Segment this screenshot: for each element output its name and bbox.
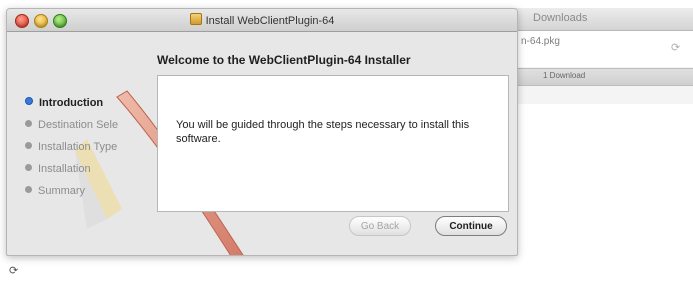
package-icon (189, 13, 202, 25)
step-bullet-icon (25, 120, 32, 127)
step-summary: Summary (25, 185, 165, 207)
installer-titlebar: Install WebClientPlugin-64 (7, 9, 517, 32)
step-bullet-icon (25, 164, 32, 171)
installer-steps: Introduction Destination Sele Installati… (25, 97, 165, 207)
installer-window-title-text: Install WebClientPlugin-64 (205, 15, 335, 27)
step-installation: Installation (25, 163, 165, 185)
downloads-count: 1 Download (543, 71, 586, 80)
step-label: Installation (38, 163, 91, 175)
step-destination-select: Destination Sele (25, 119, 165, 141)
refresh-icon: ⟳ (9, 265, 19, 277)
step-label: Introduction (39, 97, 104, 109)
downloads-window-title: Downloads (533, 12, 588, 24)
installer-heading: Welcome to the WebClientPlugin-64 Instal… (157, 53, 411, 67)
download-filename: n-64.pkg (521, 36, 560, 47)
continue-button[interactable]: Continue (435, 216, 507, 236)
step-installation-type: Installation Type (25, 141, 165, 163)
step-label: Installation Type (38, 141, 118, 153)
installer-window: Install WebClientPlugin-64 Welcome to th… (6, 8, 518, 256)
step-label: Summary (38, 185, 86, 197)
refresh-icon[interactable]: ⟳ (671, 43, 682, 54)
step-introduction: Introduction (25, 97, 165, 119)
go-back-button[interactable]: Go Back (349, 216, 411, 236)
intro-message: You will be guided through the steps nec… (176, 119, 470, 145)
step-bullet-icon (25, 142, 32, 149)
step-bullet-icon (25, 186, 32, 193)
step-bullet-icon (25, 97, 33, 105)
content-panel: You will be guided through the steps nec… (157, 75, 509, 212)
step-label: Destination Sele (38, 119, 119, 131)
installer-window-title: Install WebClientPlugin-64 (7, 13, 517, 27)
